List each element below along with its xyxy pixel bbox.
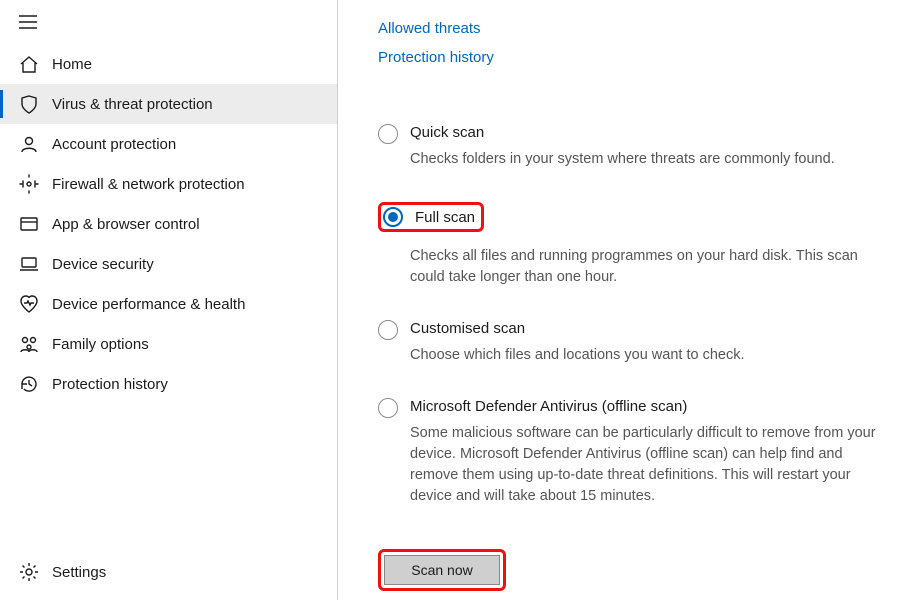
- shield-icon: [18, 93, 40, 115]
- option-desc: Checks all files and running programmes …: [410, 246, 883, 288]
- laptop-icon: [18, 253, 40, 275]
- family-icon: [18, 333, 40, 355]
- home-icon: [18, 53, 40, 75]
- link-protection-history[interactable]: Protection history: [378, 49, 494, 66]
- option-title[interactable]: Full scan: [415, 209, 475, 226]
- radio-quick-scan[interactable]: [378, 124, 398, 144]
- sidebar-item-account[interactable]: Account protection: [0, 124, 337, 164]
- scan-now-button[interactable]: Scan now: [384, 555, 500, 585]
- option-quick-scan: Quick scan Checks folders in your system…: [378, 124, 883, 170]
- hamburger-icon: [19, 15, 37, 32]
- firewall-icon: [18, 173, 40, 195]
- option-title[interactable]: Microsoft Defender Antivirus (offline sc…: [410, 398, 883, 415]
- sidebar-item-label: Device performance & health: [52, 296, 245, 313]
- option-custom-scan: Customised scan Choose which files and l…: [378, 320, 883, 366]
- gear-icon: [18, 561, 40, 583]
- sidebar-item-family[interactable]: Family options: [0, 324, 337, 364]
- heart-icon: [18, 293, 40, 315]
- radio-full-scan[interactable]: [383, 207, 403, 227]
- option-desc: Choose which files and locations you wan…: [410, 345, 883, 366]
- sidebar-item-label: Device security: [52, 256, 154, 273]
- sidebar-item-firewall[interactable]: Firewall & network protection: [0, 164, 337, 204]
- link-allowed-threats[interactable]: Allowed threats: [378, 20, 481, 37]
- option-full-scan: Full scan: [378, 202, 883, 240]
- sidebar-item-label: Protection history: [52, 376, 168, 393]
- scan-options: Quick scan Checks folders in your system…: [378, 124, 883, 591]
- sidebar-item-home[interactable]: Home: [0, 44, 337, 84]
- radio-offline-scan[interactable]: [378, 398, 398, 418]
- history-icon: [18, 373, 40, 395]
- highlight-scan-now: Scan now: [378, 549, 506, 591]
- sidebar-item-label: Firewall & network protection: [52, 176, 245, 193]
- option-desc: Some malicious software can be particula…: [410, 423, 883, 507]
- sidebar-item-virus-threat[interactable]: Virus & threat protection: [0, 84, 337, 124]
- sidebar-item-label: Account protection: [52, 136, 176, 153]
- highlight-full-scan: Full scan: [378, 202, 484, 232]
- sidebar-item-protection-history[interactable]: Protection history: [0, 364, 337, 404]
- nav: Home Virus & threat protection Account p…: [0, 44, 337, 404]
- sidebar-item-label: Settings: [52, 564, 106, 581]
- option-title[interactable]: Customised scan: [410, 320, 883, 337]
- option-desc: Checks folders in your system where thre…: [410, 149, 883, 170]
- option-offline-scan: Microsoft Defender Antivirus (offline sc…: [378, 398, 883, 507]
- sidebar-item-label: App & browser control: [52, 216, 200, 233]
- option-title[interactable]: Quick scan: [410, 124, 883, 141]
- sidebar-item-label: Home: [52, 56, 92, 73]
- sidebar-item-label: Family options: [52, 336, 149, 353]
- sidebar-item-device-performance[interactable]: Device performance & health: [0, 284, 337, 324]
- menu-button[interactable]: [6, 6, 50, 40]
- sidebar-item-settings[interactable]: Settings: [0, 552, 337, 592]
- main-content: Allowed threats Protection history Quick…: [338, 0, 911, 600]
- sidebar-item-device-security[interactable]: Device security: [0, 244, 337, 284]
- sidebar: Home Virus & threat protection Account p…: [0, 0, 338, 600]
- account-icon: [18, 133, 40, 155]
- app-browser-icon: [18, 213, 40, 235]
- sidebar-item-app-browser[interactable]: App & browser control: [0, 204, 337, 244]
- radio-custom-scan[interactable]: [378, 320, 398, 340]
- sidebar-item-label: Virus & threat protection: [52, 96, 213, 113]
